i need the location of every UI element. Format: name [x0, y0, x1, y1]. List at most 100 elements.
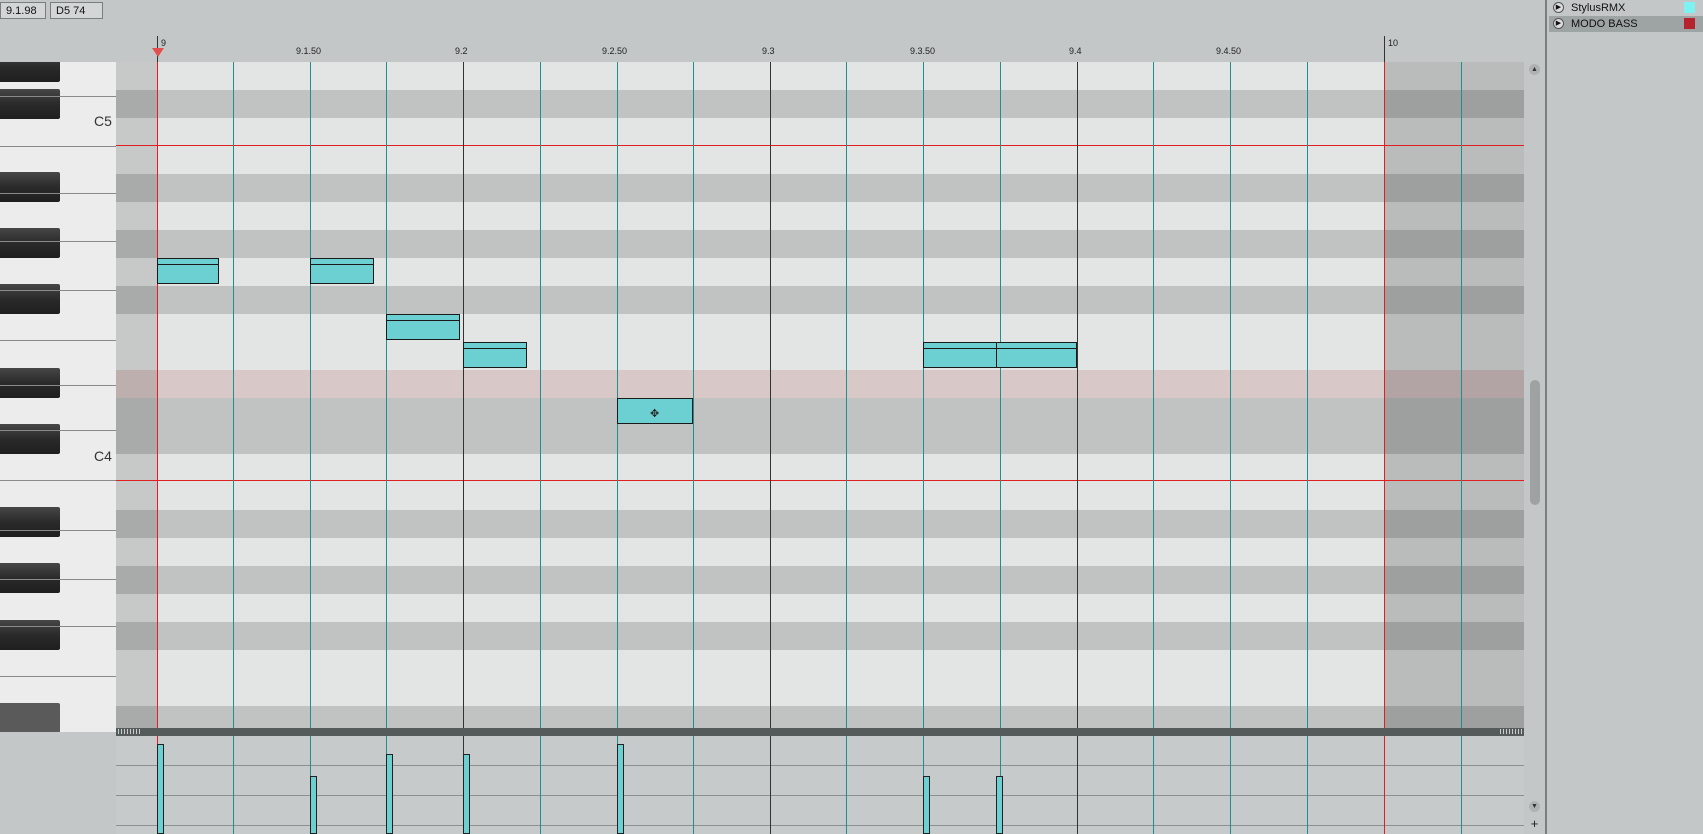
position-text: 9.1.98 [6, 5, 37, 17]
midi-note[interactable] [996, 342, 1077, 368]
velocity-guide [116, 825, 1524, 826]
piano-keyboard[interactable]: C5 C4 [0, 62, 116, 732]
ruler-line-10 [1384, 36, 1385, 62]
black-key[interactable] [0, 89, 60, 119]
grid-line [1000, 62, 1001, 729]
note-velocity-strip [158, 259, 218, 265]
beat-line [770, 62, 771, 729]
black-key[interactable] [0, 424, 60, 454]
key-divider [0, 241, 116, 242]
ruler-label: 9.3 [762, 46, 775, 56]
octave-line-c5 [116, 145, 1524, 146]
grid-line [846, 736, 847, 834]
velocity-bar[interactable] [386, 754, 393, 834]
grid-row [116, 146, 1524, 174]
black-key[interactable] [0, 507, 60, 537]
ruler-label: 9.1.50 [296, 46, 322, 56]
grid-row [116, 314, 1524, 342]
midi-note[interactable]: ✥ [617, 398, 693, 424]
grid-row [116, 62, 1524, 90]
midi-note[interactable] [386, 314, 460, 340]
note-info-text: D5 74 [56, 5, 86, 17]
key-divider [0, 579, 116, 580]
key-divider [0, 676, 116, 677]
midi-note[interactable] [310, 258, 374, 284]
add-lane-icon[interactable]: + [1529, 817, 1540, 830]
ruler-label: 10 [1388, 38, 1399, 48]
grid-row [116, 398, 1524, 426]
black-key[interactable] [0, 368, 60, 398]
grid-row [116, 510, 1524, 538]
timeline-ruler[interactable]: 9 9.1.50 9.2 9.2.50 9.3 9.3.50 9.4 9.4.5… [116, 36, 1524, 62]
black-key[interactable] [0, 172, 60, 202]
ruler-label: 9 [161, 38, 167, 48]
note-grid[interactable]: ✥ [116, 62, 1524, 729]
black-key[interactable] [0, 62, 60, 82]
velocity-bar[interactable] [617, 744, 624, 834]
key-divider [0, 530, 116, 531]
velocity-bar[interactable] [996, 776, 1003, 834]
pane-splitter[interactable] [116, 728, 1524, 736]
ruler-label: 9.2.50 [602, 46, 628, 56]
vertical-scrollbar[interactable]: ▲ [1525, 62, 1545, 732]
black-key[interactable] [0, 620, 60, 650]
c4-label: C4 [94, 448, 112, 464]
grid-row [116, 342, 1524, 370]
splitter-grip-right[interactable] [1500, 729, 1522, 734]
beat-line [463, 62, 464, 729]
key-divider [0, 96, 116, 97]
playhead-marker-icon[interactable] [152, 48, 164, 57]
pre-loop-shade [116, 62, 157, 729]
beat-line [770, 736, 771, 834]
note-velocity-strip [464, 343, 526, 349]
note-velocity-strip [924, 343, 996, 349]
splitter-grip-left[interactable] [118, 729, 140, 734]
note-velocity-strip [311, 259, 373, 265]
midi-note[interactable] [923, 342, 997, 368]
grid-line [233, 62, 234, 729]
black-key[interactable] [0, 284, 60, 314]
loop-start-line [157, 62, 158, 729]
play-icon[interactable]: ▶ [1553, 2, 1564, 13]
scroll-thumb[interactable] [1530, 380, 1540, 505]
track-color-swatch [1684, 2, 1695, 13]
grid-row [116, 482, 1524, 510]
black-key[interactable] [0, 228, 60, 258]
scroll-down-icon[interactable]: ▼ [1529, 801, 1540, 812]
grid-row [116, 286, 1524, 314]
ruler-label: 9.3.50 [910, 46, 936, 56]
track-row-stylusrmx[interactable]: ▶ StylusRMX [1549, 0, 1703, 16]
note-info-readout: D5 74 [50, 2, 103, 19]
grid-line [1230, 736, 1231, 834]
midi-note[interactable] [463, 342, 527, 368]
ruler-label: 9.2 [455, 46, 468, 56]
scroll-up-icon[interactable]: ▲ [1529, 64, 1540, 75]
grid-row [116, 678, 1524, 706]
track-row-modo-bass[interactable]: ▶ MODO BASS [1549, 16, 1703, 32]
velocity-bar[interactable] [157, 744, 164, 834]
grid-row [116, 594, 1524, 622]
velocity-bar[interactable] [463, 754, 470, 834]
key-divider [0, 290, 116, 291]
velocity-bar[interactable] [923, 776, 930, 834]
grid-row [116, 426, 1524, 454]
key-divider [0, 626, 116, 627]
key-divider [0, 340, 116, 341]
velocity-lane[interactable] [116, 736, 1524, 834]
beat-line [1077, 62, 1078, 729]
c5-label: C5 [94, 113, 112, 129]
track-color-swatch [1684, 18, 1695, 29]
cursor-icon: ✥ [650, 408, 660, 420]
grid-row [116, 622, 1524, 650]
velocity-bar[interactable] [310, 776, 317, 834]
grid-line [540, 736, 541, 834]
grid-line [693, 62, 694, 729]
black-key[interactable] [0, 563, 60, 593]
grid-row [116, 90, 1524, 118]
grid-line [1153, 736, 1154, 834]
play-icon[interactable]: ▶ [1553, 18, 1564, 29]
midi-note[interactable] [157, 258, 219, 284]
black-key[interactable] [0, 703, 60, 732]
grid-line [1461, 736, 1462, 834]
velocity-guide [116, 795, 1524, 796]
